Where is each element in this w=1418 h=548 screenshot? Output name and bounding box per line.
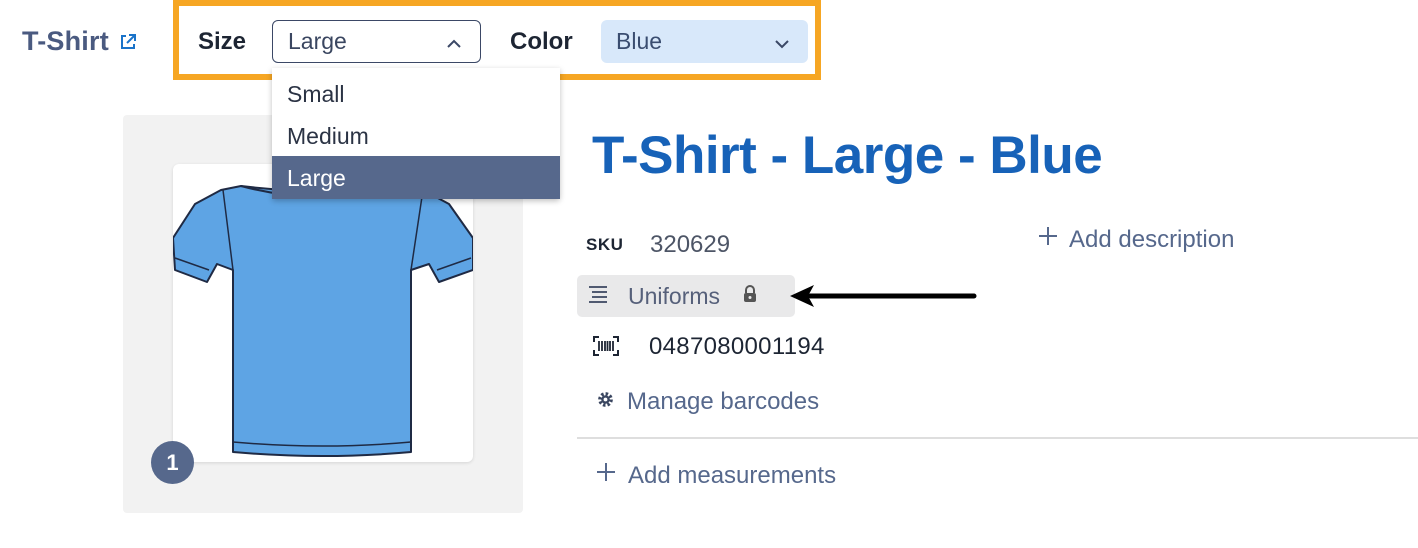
- image-count-badge: 1: [151, 441, 194, 484]
- plus-icon: [1037, 225, 1059, 254]
- add-description-button[interactable]: Add description: [1037, 225, 1234, 254]
- gear-icon: [596, 388, 615, 416]
- product-name[interactable]: T-Shirt: [22, 26, 109, 57]
- external-link-icon[interactable]: [119, 33, 137, 51]
- color-select[interactable]: Blue: [601, 20, 808, 63]
- category-label: Uniforms: [628, 282, 721, 309]
- size-label: Size: [198, 28, 247, 55]
- add-measurements-label: Add measurements: [628, 461, 837, 489]
- product-link[interactable]: T-Shirt: [22, 26, 137, 57]
- divider: [577, 437, 1418, 439]
- size-select[interactable]: Large: [272, 20, 481, 63]
- sku-label: SKU: [586, 235, 624, 254]
- color-select-value: Blue: [616, 28, 663, 54]
- barcode-icon: [593, 336, 619, 361]
- chevron-down-icon: [774, 28, 790, 55]
- size-option-medium[interactable]: Medium: [272, 113, 560, 156]
- arrow-left-icon: [790, 285, 977, 307]
- lock-icon: [742, 284, 758, 308]
- color-label: Color: [510, 28, 573, 55]
- size-dropdown: Small Medium Large: [272, 68, 560, 199]
- size-option-small[interactable]: Small: [272, 68, 560, 113]
- manage-barcodes-button[interactable]: Manage barcodes: [596, 388, 819, 416]
- add-measurements-button[interactable]: Add measurements: [595, 461, 836, 490]
- barcode-value: 0487080001194: [649, 333, 825, 360]
- product-image[interactable]: [172, 164, 474, 462]
- sku-value: 320629: [650, 231, 731, 258]
- category-icon: [588, 285, 608, 308]
- manage-barcodes-label: Manage barcodes: [627, 388, 820, 415]
- page-title: T-Shirt - Large - Blue: [592, 126, 1103, 185]
- chevron-up-icon: [446, 28, 462, 55]
- add-description-label: Add description: [1069, 225, 1235, 253]
- category-chip: Uniforms: [577, 275, 795, 317]
- plus-icon: [595, 461, 617, 490]
- size-select-value: Large: [288, 28, 347, 54]
- tshirt-image: [172, 185, 474, 457]
- size-option-large[interactable]: Large: [272, 156, 560, 199]
